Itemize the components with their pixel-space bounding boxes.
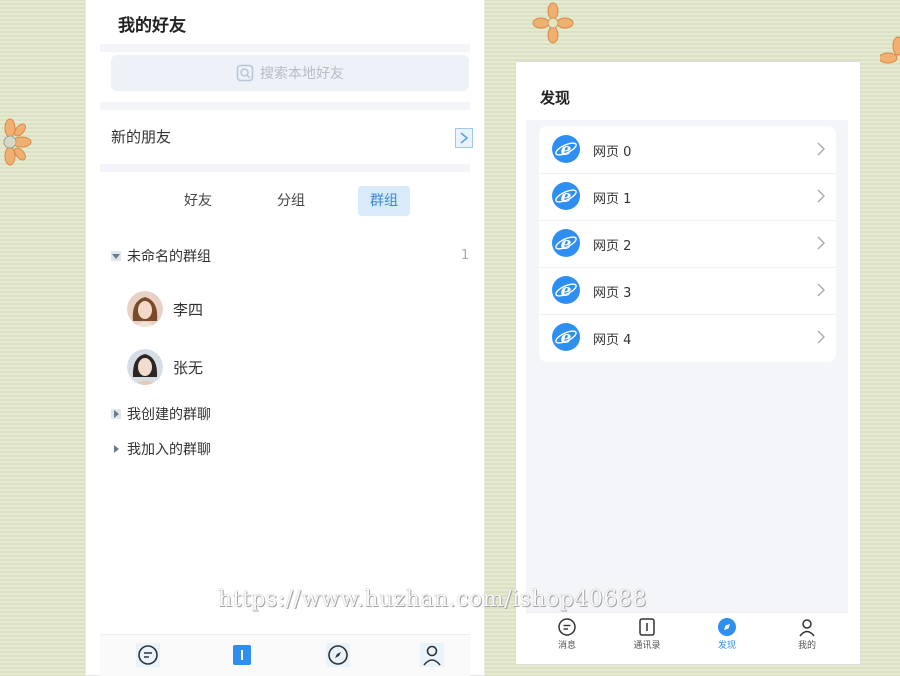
nav-contacts[interactable]: 通讯录: [612, 617, 682, 651]
flower-decoration-icon: [880, 36, 900, 64]
group-label: 未命名的群组: [127, 249, 211, 265]
tab-group-chats[interactable]: 群组: [358, 186, 410, 216]
chevron-right-icon: [817, 236, 825, 250]
list-item[interactable]: e 网页 4: [539, 314, 836, 361]
bottom-nav: 消息 通讯录 发现 我的: [526, 612, 848, 653]
discover-screen: 发现 e 网页 0 e 网页 1 e 网页 2 e 网页 3 e 网页 4 消息…: [516, 62, 860, 664]
group-unnamed[interactable]: 未命名的群组: [111, 246, 211, 266]
ie-icon: e: [552, 276, 580, 304]
nav-label: 我的: [797, 641, 816, 651]
chevron-right-icon: [817, 189, 825, 203]
chat-icon[interactable]: [136, 643, 160, 667]
list-item[interactable]: e 网页 2: [539, 220, 836, 268]
search-icon: [236, 64, 254, 82]
ie-icon: e: [552, 135, 580, 163]
avatar: [127, 349, 163, 385]
list-item-label: 网页 1: [593, 192, 632, 207]
page-title: 发现: [540, 89, 571, 107]
user-icon: [799, 619, 815, 637]
discover-panel: 发现 e 网页 0 e 网页 1 e 网页 2 e 网页 3 e 网页 4 消息…: [526, 72, 848, 653]
page-title: 我的好友: [118, 16, 186, 36]
compass-icon[interactable]: [326, 643, 350, 667]
nav-label: 消息: [557, 641, 576, 651]
divider: [100, 102, 470, 110]
flower-decoration-icon: [3, 118, 32, 166]
triangle-right-icon: [111, 409, 121, 419]
ie-icon: e: [552, 229, 580, 257]
nav-discover[interactable]: 发现: [692, 617, 762, 651]
chevron-right-icon: [817, 283, 825, 297]
contacts-panel: 我的好友 搜索本地好友 新的朋友 好友 分组 群组 未命名的群组 1 李四 张无…: [100, 0, 473, 676]
ie-icon: e: [552, 323, 580, 351]
nav-me[interactable]: 我的: [772, 617, 842, 651]
flower-decoration-icon: [532, 2, 574, 44]
new-friends-item[interactable]: 新的朋友: [111, 126, 171, 147]
ie-icon: e: [552, 182, 580, 210]
contacts-icon: [639, 618, 655, 636]
web-list: e 网页 0 e 网页 1 e 网页 2 e 网页 3 e 网页 4: [539, 126, 836, 362]
group-created[interactable]: 我创建的群聊: [111, 404, 211, 424]
nav-label: 发现: [717, 641, 736, 651]
chevron-right-icon: [817, 142, 825, 156]
nav-label: 通讯录: [633, 641, 661, 651]
list-item-label: 网页 4: [593, 333, 632, 348]
nav-messages[interactable]: 消息: [532, 617, 602, 651]
list-item-label: 网页 2: [593, 239, 632, 254]
search-placeholder: 搜索本地好友: [260, 66, 344, 82]
tab-friends[interactable]: 好友: [178, 186, 218, 216]
divider: [100, 44, 470, 52]
contact-name: 张无: [173, 358, 204, 377]
search-input[interactable]: 搜索本地好友: [111, 55, 469, 91]
contact-item[interactable]: 张无: [127, 349, 203, 385]
contact-name: 李四: [173, 300, 204, 319]
list-item[interactable]: e 网页 0: [539, 126, 836, 174]
list-item-label: 网页 0: [593, 145, 632, 160]
avatar: [127, 291, 163, 327]
contacts-screen: 我的好友 搜索本地好友 新的朋友 好友 分组 群组 未命名的群组 1 李四 张无…: [86, 0, 484, 676]
list-item-label: 网页 3: [593, 286, 632, 301]
chevron-right-icon: [817, 330, 825, 344]
divider: [100, 164, 470, 172]
chevron-right-icon[interactable]: [455, 128, 473, 148]
group-count: 1: [461, 248, 470, 263]
user-icon[interactable]: [420, 643, 444, 667]
triangle-down-icon: [111, 251, 121, 261]
triangle-right-icon: [114, 445, 119, 453]
chat-icon: [558, 618, 576, 636]
group-label: 我创建的群聊: [127, 407, 211, 423]
group-label: 我加入的群聊: [127, 442, 211, 458]
list-item[interactable]: e 网页 1: [539, 173, 836, 221]
compass-icon: [718, 618, 736, 636]
watermark: https://www.huzhan.com/ishop40688: [218, 587, 647, 612]
header: 发现: [526, 72, 848, 120]
contacts-icon[interactable]: [230, 643, 254, 667]
group-joined[interactable]: 我加入的群聊: [111, 439, 211, 459]
tab-groups[interactable]: 分组: [271, 186, 311, 216]
bottom-nav: [100, 634, 470, 676]
contact-item[interactable]: 李四: [127, 291, 203, 327]
list-item[interactable]: e 网页 3: [539, 267, 836, 315]
